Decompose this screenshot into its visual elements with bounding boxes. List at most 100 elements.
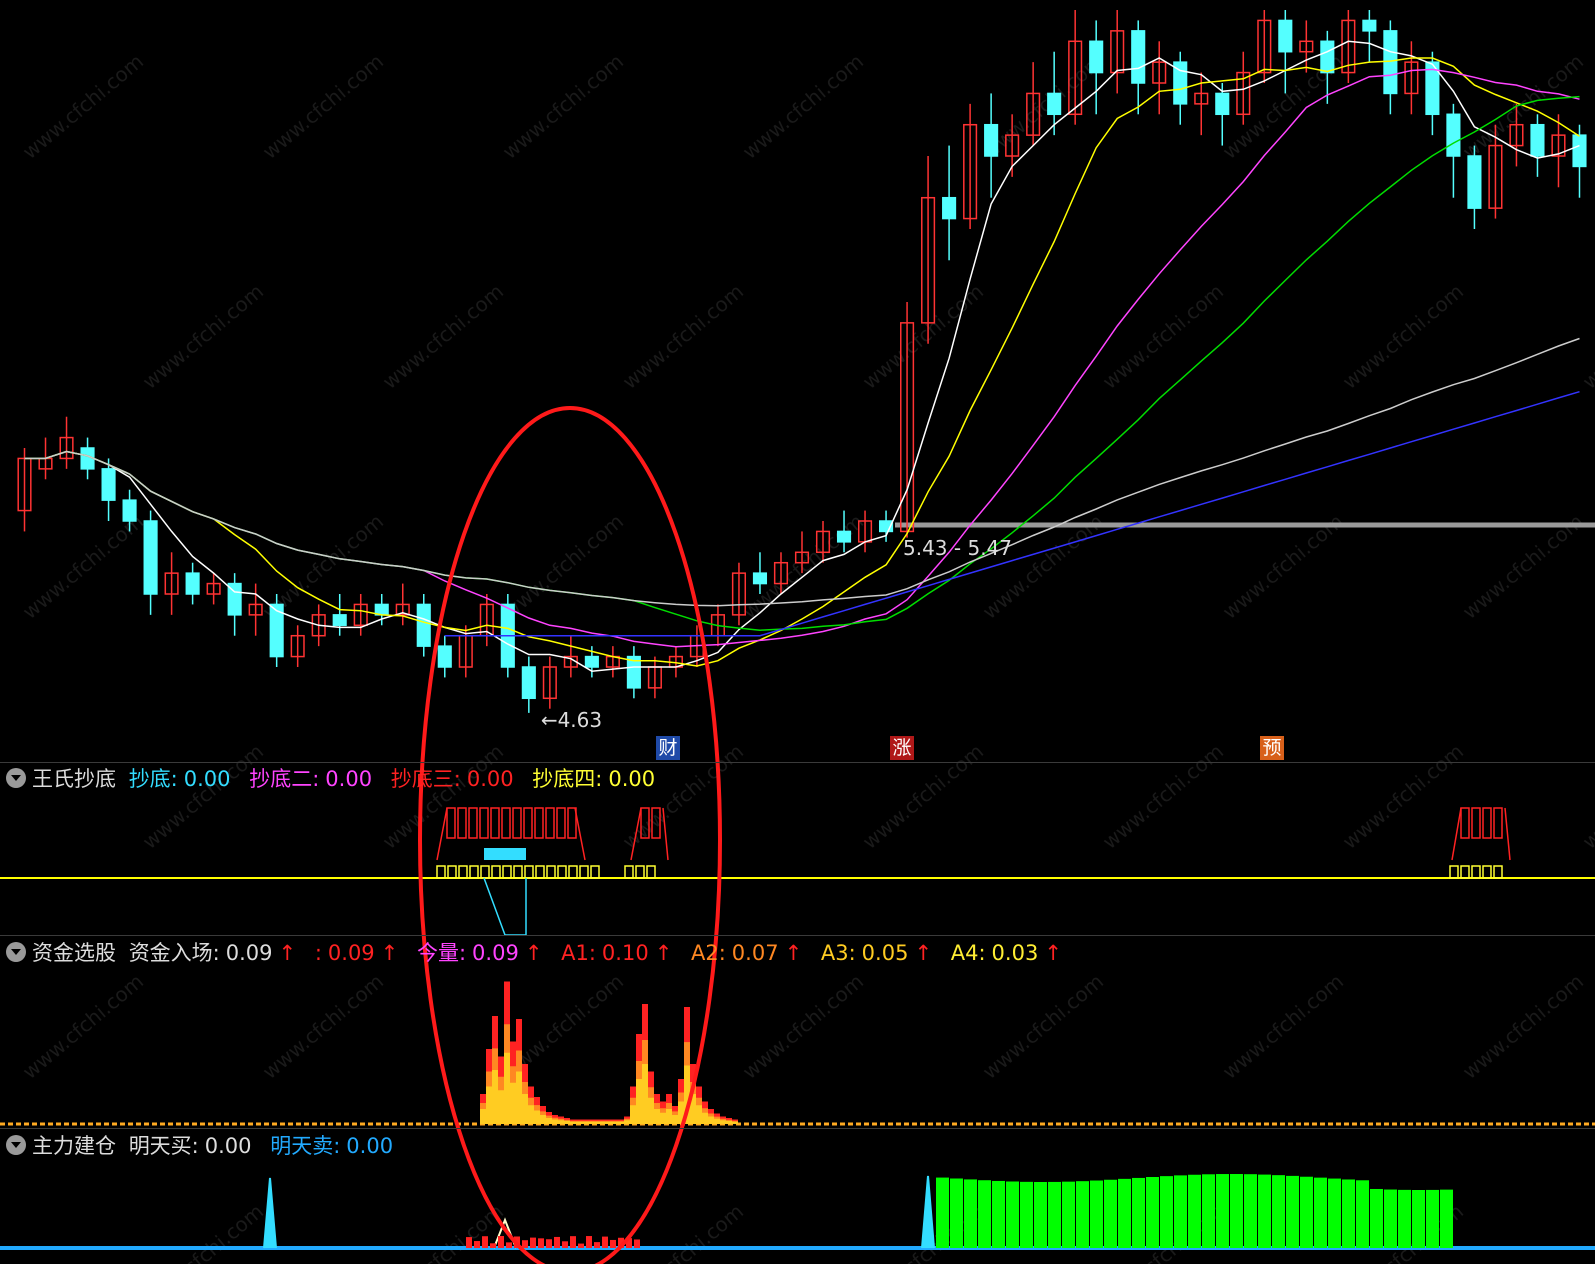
zijin-bar-a3: [612, 1121, 618, 1124]
zijin-bar-a3: [714, 1118, 720, 1124]
zijin-bar-a3: [516, 1071, 522, 1124]
watermark-text: www.cfchi.com: [1098, 279, 1228, 394]
chaodi-yellow-bar: [513, 865, 523, 879]
candle-body: [122, 499, 137, 522]
chaodi-red-bar: [1482, 807, 1492, 839]
zhuli-buy-bar: [1230, 1174, 1243, 1248]
watermark-text: www.cfchi.com: [1338, 739, 1468, 854]
zhuli-buy-bar: [1258, 1174, 1271, 1248]
watermark-text: www.cfchi.com: [138, 1199, 268, 1264]
zijin-bar-a3: [660, 1112, 666, 1124]
ma5-line: [24, 40, 1580, 672]
highlight-ellipse: [418, 406, 722, 1264]
watermark-text: www.cfchi.com: [738, 49, 868, 164]
marker-yu[interactable]: 预: [1260, 736, 1284, 760]
collapse-icon[interactable]: [6, 768, 26, 788]
zhuli-buy-bar: [1244, 1174, 1257, 1248]
marker-zhang[interactable]: 涨: [890, 736, 914, 760]
candle-body: [1320, 40, 1335, 74]
chaodi-yellow-bar: [1460, 865, 1470, 879]
zhuli-red-bar: [506, 1242, 512, 1248]
chaodi-red-bar: [1471, 807, 1481, 839]
chaodi-red-bar: [490, 807, 500, 839]
candle-body: [1131, 30, 1146, 84]
candle-body: [942, 196, 957, 220]
zijin-item: :0.09 ↑: [314, 941, 399, 965]
zhuli-buy-bar: [1006, 1181, 1019, 1248]
zhuli-buy-bar: [1020, 1181, 1033, 1248]
zijin-bar-a3: [666, 1109, 672, 1124]
zhuli-red-bar: [570, 1236, 576, 1248]
zijin-bar-a3: [720, 1120, 726, 1124]
candle-body: [143, 520, 158, 595]
zhuli-red-bar: [466, 1237, 472, 1248]
zijin-bar-a3: [672, 1115, 678, 1124]
watermark-text: www.cfchi.com: [618, 739, 748, 854]
watermark-text: www.cfchi.com: [378, 279, 508, 394]
zhuli-red-bar: [538, 1238, 544, 1248]
zhuli-red-bar: [498, 1236, 504, 1248]
watermark-text: www.cfchi.com: [18, 509, 148, 624]
zijin-bar-a3: [552, 1119, 558, 1124]
zijin-bar-a3: [564, 1121, 570, 1124]
zijin-bar-a3: [594, 1121, 600, 1124]
zhuli-buy-bar: [1048, 1181, 1061, 1248]
chaodi-red-bar: [556, 807, 566, 839]
zhuli-buy-bar: [1174, 1175, 1187, 1248]
chaodi-red-bar: [523, 807, 533, 839]
zijin-bar-a3: [576, 1121, 582, 1124]
zhuli-buy-bar: [1034, 1181, 1047, 1248]
candle-body: [185, 572, 200, 595]
zijin-bar-a3: [696, 1105, 702, 1124]
watermark-text: www.cfchi.com: [258, 49, 388, 164]
watermark-text: www.cfchi.com: [18, 969, 148, 1084]
candlestick-chart[interactable]: www.cfchi.com www.cfchi.com www.cfchi.com w…: [0, 0, 1595, 1264]
candle-body: [1446, 113, 1461, 157]
chaodi-red-bar: [446, 807, 456, 839]
chaodi-yellow-bar: [590, 865, 600, 879]
candle-body: [984, 123, 999, 157]
zhuli-buy-bar: [1440, 1189, 1453, 1248]
zhuli-red-bar: [594, 1242, 600, 1248]
panel-name: 王氏抄底: [32, 767, 116, 791]
zijin-header: 资金选股 资金入场: 0.09 ↑ :0.09 ↑ 今量: 0.09 ↑ A1: 0.10 ↑…: [0, 937, 1074, 969]
chaodi-red-bar: [567, 807, 577, 839]
chaodi-red-bar: [468, 807, 478, 839]
zhuli-header: 主力建仓 明天买: 0.00 明天卖: 0.00: [0, 1130, 405, 1162]
chaodi-cyan-funnel: [483, 877, 527, 936]
zhuli-buy-bar: [1286, 1175, 1299, 1248]
chaodi-red-bar: [534, 807, 544, 839]
zijin-bar-a3: [642, 1064, 648, 1124]
chaodi-item: 抄底四: 0.00: [532, 767, 656, 791]
zijin-bar-a3: [522, 1094, 528, 1124]
zijin-bar-a3: [492, 1070, 498, 1124]
chaodi-yellow-bar: [557, 865, 567, 879]
chaodi-yellow-bar: [1493, 865, 1503, 879]
candle-body: [332, 614, 347, 627]
chaodi-yellow-bar: [646, 865, 656, 879]
zijin-bar-a3: [504, 1052, 510, 1124]
zhuli-buy-bar: [964, 1179, 977, 1248]
zhuli-buy-bar: [1188, 1174, 1201, 1248]
collapse-icon[interactable]: [6, 1135, 26, 1155]
marker-cai[interactable]: 财: [656, 736, 680, 760]
zijin-bar-a3: [546, 1118, 552, 1124]
chaodi-yellow-bar: [524, 865, 534, 879]
candle-body: [437, 645, 452, 668]
watermark-text: www.cfchi.com: [1338, 279, 1468, 394]
zijin-bar-a3: [600, 1121, 606, 1124]
zijin-item: 今量: 0.09 ↑: [416, 941, 543, 965]
panel-name: 资金选股: [32, 941, 116, 965]
chaodi-yellow-bar: [635, 865, 645, 879]
zhuli-buy-bar: [950, 1178, 963, 1248]
zijin-bar-a3: [618, 1121, 624, 1124]
chaodi-yellow-bar: [458, 865, 468, 879]
chaodi-yellow-bar: [447, 865, 457, 879]
collapse-icon[interactable]: [6, 942, 26, 962]
panel-divider: [0, 1128, 1595, 1129]
watermark-text: www.cfchi.com: [618, 279, 748, 394]
watermark-text: www.cfchi.com: [378, 1199, 508, 1264]
chaodi-yellow-bar: [624, 865, 634, 879]
low-price-label: ←4.63: [541, 708, 602, 732]
candle-body: [1089, 40, 1104, 74]
